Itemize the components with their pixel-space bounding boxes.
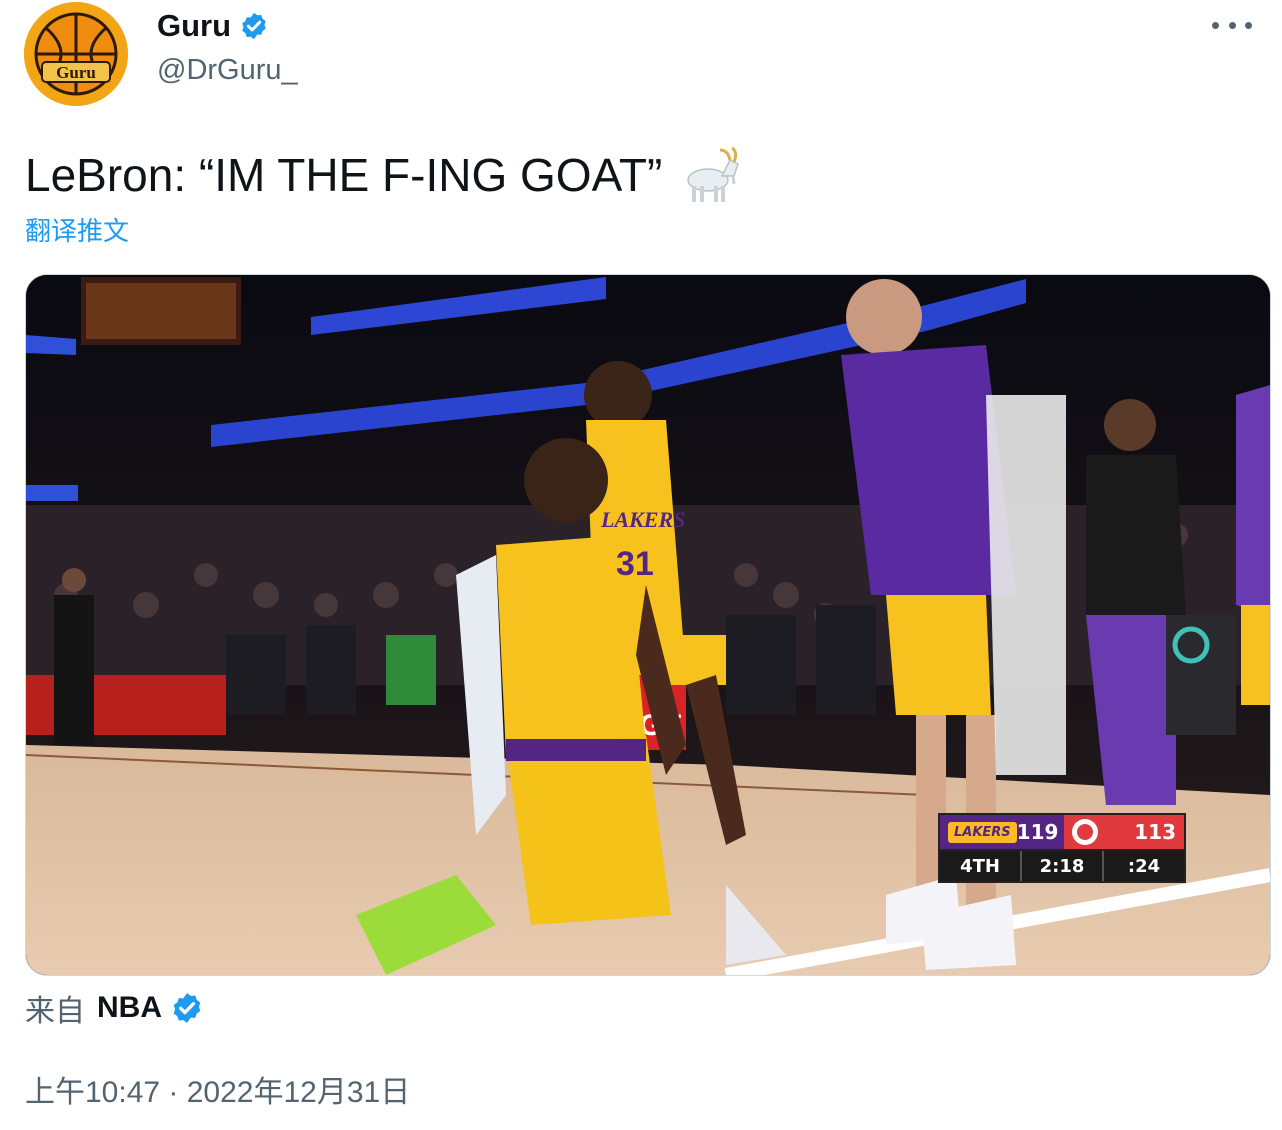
dot [1228, 21, 1236, 29]
score-row: LAKERS 119 113 [938, 813, 1186, 851]
scoreboard-overlay: LAKERS 119 113 4TH 2:18 :24 [938, 813, 1186, 883]
author-handle[interactable]: @DrGuru_ [157, 54, 298, 87]
tweet-text: LeBron: “IM THE F-ING GOAT” [25, 142, 744, 208]
lakers-score-box: LAKERS 119 [940, 815, 1064, 849]
media-source: 来自 NBA [25, 986, 204, 1030]
dot [1245, 21, 1252, 29]
source-name-link[interactable]: NBA [97, 991, 162, 1025]
lakers-logo: LAKERS [948, 821, 1017, 843]
basketball-logo: Guru [24, 2, 128, 106]
clock-row: 4TH 2:18 :24 [938, 851, 1186, 883]
quarter: 4TH [940, 851, 1022, 881]
lakers-score: 119 [1016, 820, 1059, 844]
translate-tweet-link[interactable]: 翻译推文 [25, 211, 129, 248]
verified-badge-icon [242, 12, 266, 40]
tweet-media-video[interactable]: IGE [25, 274, 1271, 976]
author-name-row: Guru [157, 8, 269, 44]
avatar[interactable]: Guru [24, 2, 128, 106]
author-display-name[interactable]: Guru [157, 8, 231, 44]
verified-badge-icon [173, 993, 201, 1023]
dot [1212, 21, 1219, 29]
game-clock: 2:18 [1022, 851, 1104, 881]
hawks-logo-icon [1072, 819, 1098, 845]
goat-icon [687, 146, 740, 202]
source-via-label: 来自 [25, 995, 85, 1028]
tweet-timestamp[interactable]: 上午10:47 · 2022年12月31日 [25, 1067, 410, 1111]
jersey-number: 31 [616, 545, 654, 583]
jersey-text: LAKERS [600, 507, 685, 532]
more-options-icon[interactable] [1212, 10, 1252, 40]
shot-clock: :24 [1127, 855, 1161, 877]
hawks-score-box: 113 [1064, 815, 1184, 849]
hawks-score: 113 [1134, 820, 1176, 844]
tweet-body: LeBron: “IM THE F-ING GOAT” [25, 149, 663, 201]
avatar-logo-text: Guru [56, 63, 96, 82]
